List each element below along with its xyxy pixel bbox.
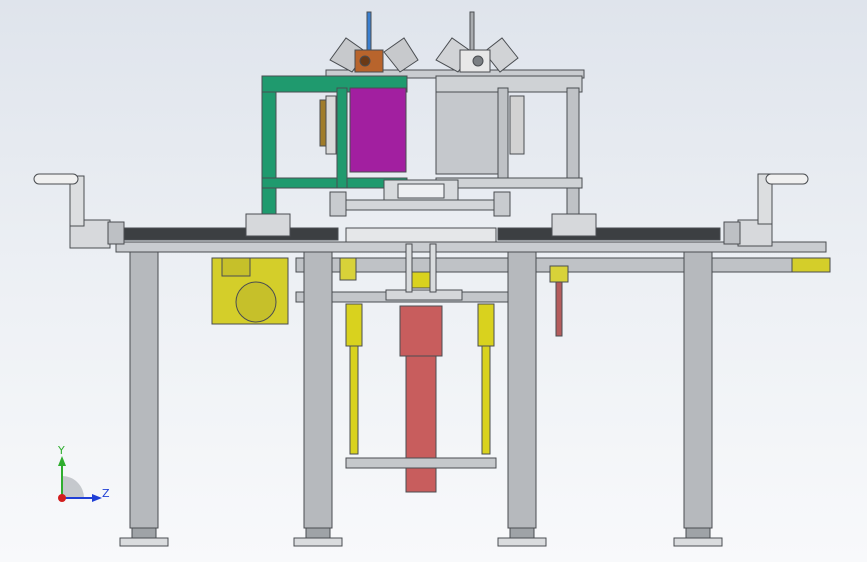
center-slide-plate xyxy=(345,227,497,243)
left-sensor-bracket xyxy=(339,257,357,281)
right-handwheel-grip xyxy=(765,173,809,185)
right-vertical-link xyxy=(429,243,437,293)
leg-foot-far-right xyxy=(673,537,723,547)
right-rack-carriage xyxy=(551,213,597,237)
leg-right-inner xyxy=(507,251,537,529)
triad-quarter-arc xyxy=(62,476,84,498)
lift-cylinder-upper xyxy=(399,305,443,357)
leg-foot-right-inner xyxy=(497,537,547,547)
right-gear-rack xyxy=(497,227,721,241)
coordinate-triad: Y Z xyxy=(57,444,110,502)
triad-y-arrow xyxy=(58,456,66,466)
left-top-flap-b xyxy=(383,37,419,73)
center-bottom-frame xyxy=(385,289,463,301)
right-bracket-plate xyxy=(509,95,525,155)
triad-z-arrow xyxy=(92,494,102,502)
left-sensor-mount xyxy=(339,257,357,281)
lift-cylinder-lower xyxy=(405,355,437,493)
cad-viewport[interactable]: Y Z xyxy=(0,0,867,562)
central-clamp-slot xyxy=(397,183,445,199)
right-top-bearing-hole xyxy=(472,55,484,67)
sensor-probe xyxy=(555,281,563,337)
right-handwheel-hub xyxy=(723,221,741,245)
triad-x-axis-dot xyxy=(58,494,66,502)
right-bracket-block xyxy=(791,257,831,273)
right-top-rod xyxy=(469,11,475,53)
green-frame-inner-post xyxy=(336,87,348,189)
left-bracket-plate xyxy=(325,95,337,155)
leg-pad-far-right xyxy=(685,527,711,539)
right-frame-upper-rail xyxy=(435,75,583,93)
small-sensor-bracket xyxy=(549,265,569,337)
leg-foot-left-inner xyxy=(293,537,343,547)
lifting-mechanism xyxy=(345,243,497,493)
right-frame-post-inner xyxy=(497,87,509,185)
central-frame-right xyxy=(493,191,511,217)
left-top-bearing-hole xyxy=(359,55,371,67)
drive-motor xyxy=(211,257,289,325)
right-guide-sleeve xyxy=(477,303,495,347)
left-top-rod xyxy=(366,11,372,53)
bottom-crossbar xyxy=(345,457,497,469)
leg-pad-left-inner xyxy=(305,527,331,539)
right-handwheel[interactable] xyxy=(723,173,809,247)
triad-y-label: Y xyxy=(57,444,65,457)
magenta-slide-block xyxy=(349,87,407,173)
left-guide-sleeve xyxy=(345,303,363,347)
sensor-mount xyxy=(549,265,569,283)
right-yellow-bracket xyxy=(791,257,831,273)
central-frame-crossbar xyxy=(345,199,495,211)
motor-face xyxy=(235,281,277,323)
machine-assembly-view: Y Z xyxy=(33,11,831,547)
leg-pad-far-left xyxy=(131,527,157,539)
left-handwheel-grip xyxy=(33,173,79,185)
leg-pad-right-inner xyxy=(509,527,535,539)
upper-gantry xyxy=(261,11,585,217)
leg-foot-far-left xyxy=(119,537,169,547)
table-top-beam xyxy=(115,241,827,253)
right-frame-post-outer xyxy=(566,87,580,217)
left-handwheel[interactable] xyxy=(33,173,125,249)
left-handwheel-hub xyxy=(107,221,125,245)
leg-far-right xyxy=(683,251,713,529)
triad-z-label: Z xyxy=(102,487,110,500)
leg-far-left xyxy=(129,251,159,529)
motor-gearbox xyxy=(221,257,251,277)
central-frame-left xyxy=(329,191,347,217)
left-vertical-link xyxy=(405,243,413,293)
left-gear-rack xyxy=(123,227,339,241)
green-frame-left-post xyxy=(261,75,277,217)
leg-left-inner xyxy=(303,251,333,529)
left-rack-carriage xyxy=(245,213,291,237)
